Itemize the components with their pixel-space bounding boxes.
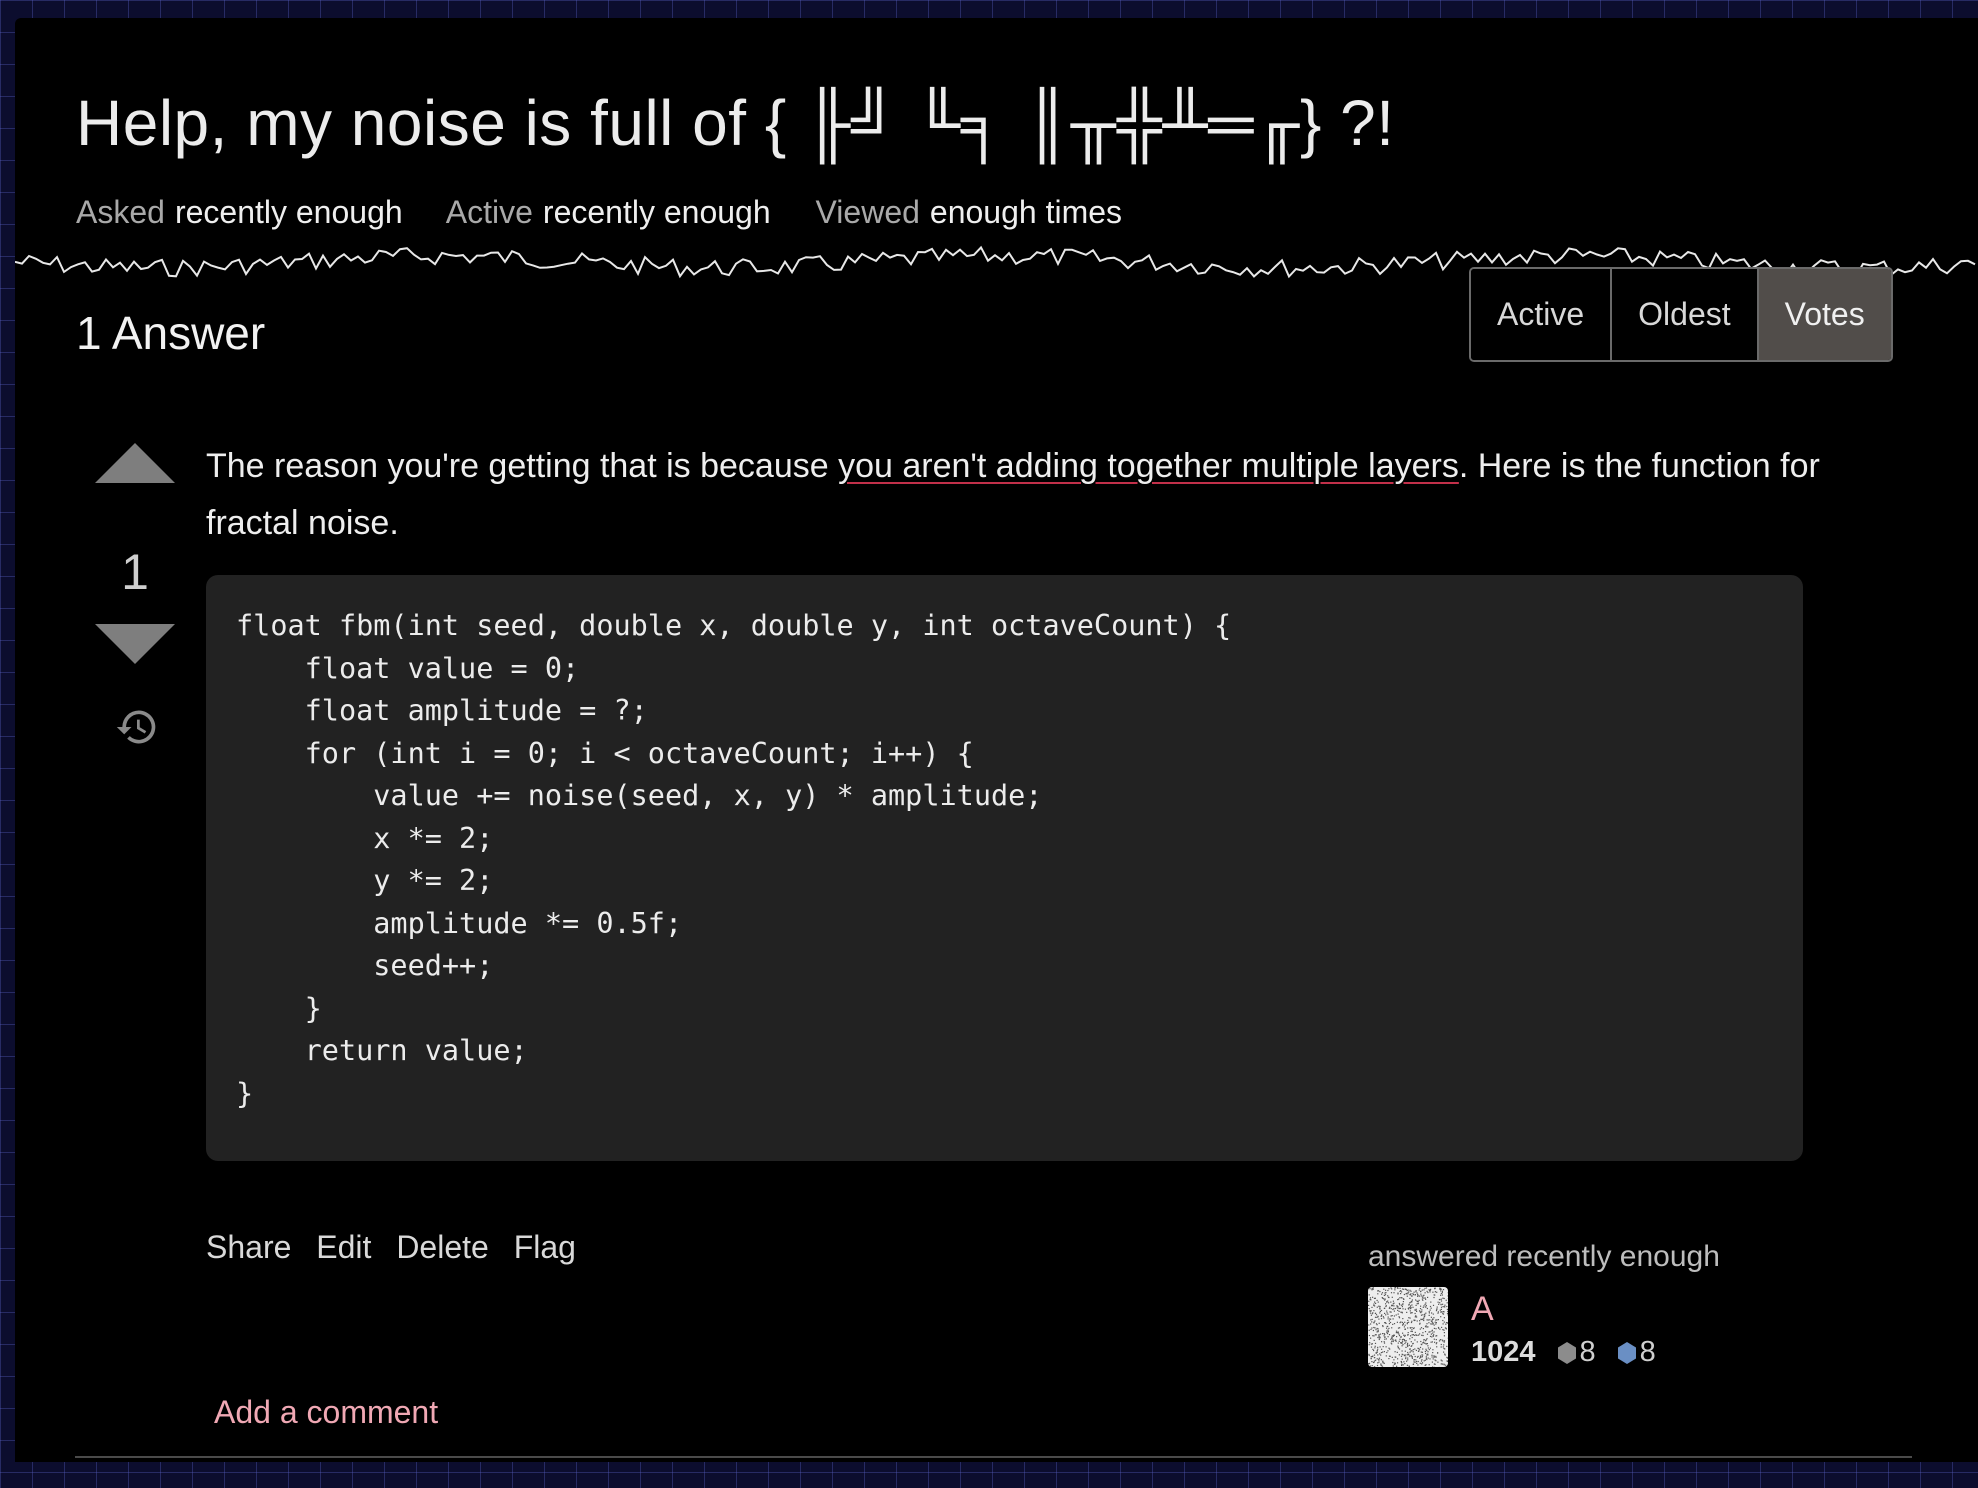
silver-badge: 8 bbox=[1556, 1336, 1596, 1369]
silver-badge-icon bbox=[1557, 1341, 1576, 1364]
post-actions: Share Edit Delete Flag bbox=[206, 1229, 592, 1266]
answered-timestamp: answered recently enough bbox=[1368, 1240, 1720, 1273]
reputation-score: 1024 bbox=[1471, 1336, 1536, 1368]
answer-body: The reason you're getting that is becaus… bbox=[206, 438, 1826, 552]
flag-link[interactable]: Flag bbox=[514, 1229, 576, 1265]
meta-asked-label: Asked bbox=[76, 194, 165, 230]
delete-link[interactable]: Delete bbox=[396, 1229, 489, 1265]
sort-oldest-button[interactable]: Oldest bbox=[1612, 269, 1759, 360]
question-title: Help, my noise is full of { ╟╝ ╙╕ ║╥╬╨═╓… bbox=[76, 87, 1395, 159]
add-comment-link[interactable]: Add a comment bbox=[214, 1394, 438, 1431]
question-meta: Asked recently enough Active recently enou… bbox=[76, 194, 1158, 231]
silver-badge-count: 8 bbox=[1579, 1336, 1596, 1368]
meta-active-value: recently enough bbox=[542, 194, 771, 230]
share-link[interactable]: Share bbox=[206, 1229, 291, 1265]
bottom-divider bbox=[75, 1456, 1912, 1458]
sort-votes-button[interactable]: Votes bbox=[1758, 269, 1891, 360]
user-stats: 1024 8 8 bbox=[1471, 1336, 1676, 1369]
answer-text-before: The reason you're getting that is becaus… bbox=[206, 447, 839, 485]
meta-asked-value: recently enough bbox=[174, 194, 403, 230]
meta-active: Active recently enough bbox=[446, 194, 771, 230]
history-icon[interactable] bbox=[115, 705, 159, 749]
answer-text-underlined: you aren't adding together multiple laye… bbox=[838, 447, 1459, 485]
question-panel: Help, my noise is full of { ╟╝ ╙╕ ║╥╬╨═╓… bbox=[15, 18, 1978, 1462]
bronze-badge: 8 bbox=[1616, 1336, 1656, 1369]
avatar[interactable] bbox=[1368, 1287, 1448, 1367]
bronze-badge-count: 8 bbox=[1639, 1336, 1656, 1368]
meta-asked: Asked recently enough bbox=[76, 194, 403, 230]
user-name-link[interactable]: A bbox=[1471, 1290, 1494, 1329]
meta-viewed-value: enough times bbox=[929, 194, 1123, 230]
vote-score: 1 bbox=[121, 544, 149, 600]
meta-viewed: Viewed enough times bbox=[816, 194, 1123, 230]
code-block: float fbm(int seed, double x, double y, … bbox=[206, 575, 1803, 1161]
edit-link[interactable]: Edit bbox=[316, 1229, 371, 1265]
upvote-arrow-icon[interactable] bbox=[95, 443, 175, 483]
downvote-arrow-icon[interactable] bbox=[95, 624, 175, 664]
sort-tabs: Active Oldest Votes bbox=[1469, 267, 1893, 362]
meta-viewed-label: Viewed bbox=[815, 194, 920, 230]
bronze-badge-icon bbox=[1617, 1341, 1636, 1364]
sort-active-button[interactable]: Active bbox=[1471, 269, 1613, 360]
meta-active-label: Active bbox=[445, 194, 533, 230]
answers-count: 1 Answer bbox=[76, 307, 266, 359]
